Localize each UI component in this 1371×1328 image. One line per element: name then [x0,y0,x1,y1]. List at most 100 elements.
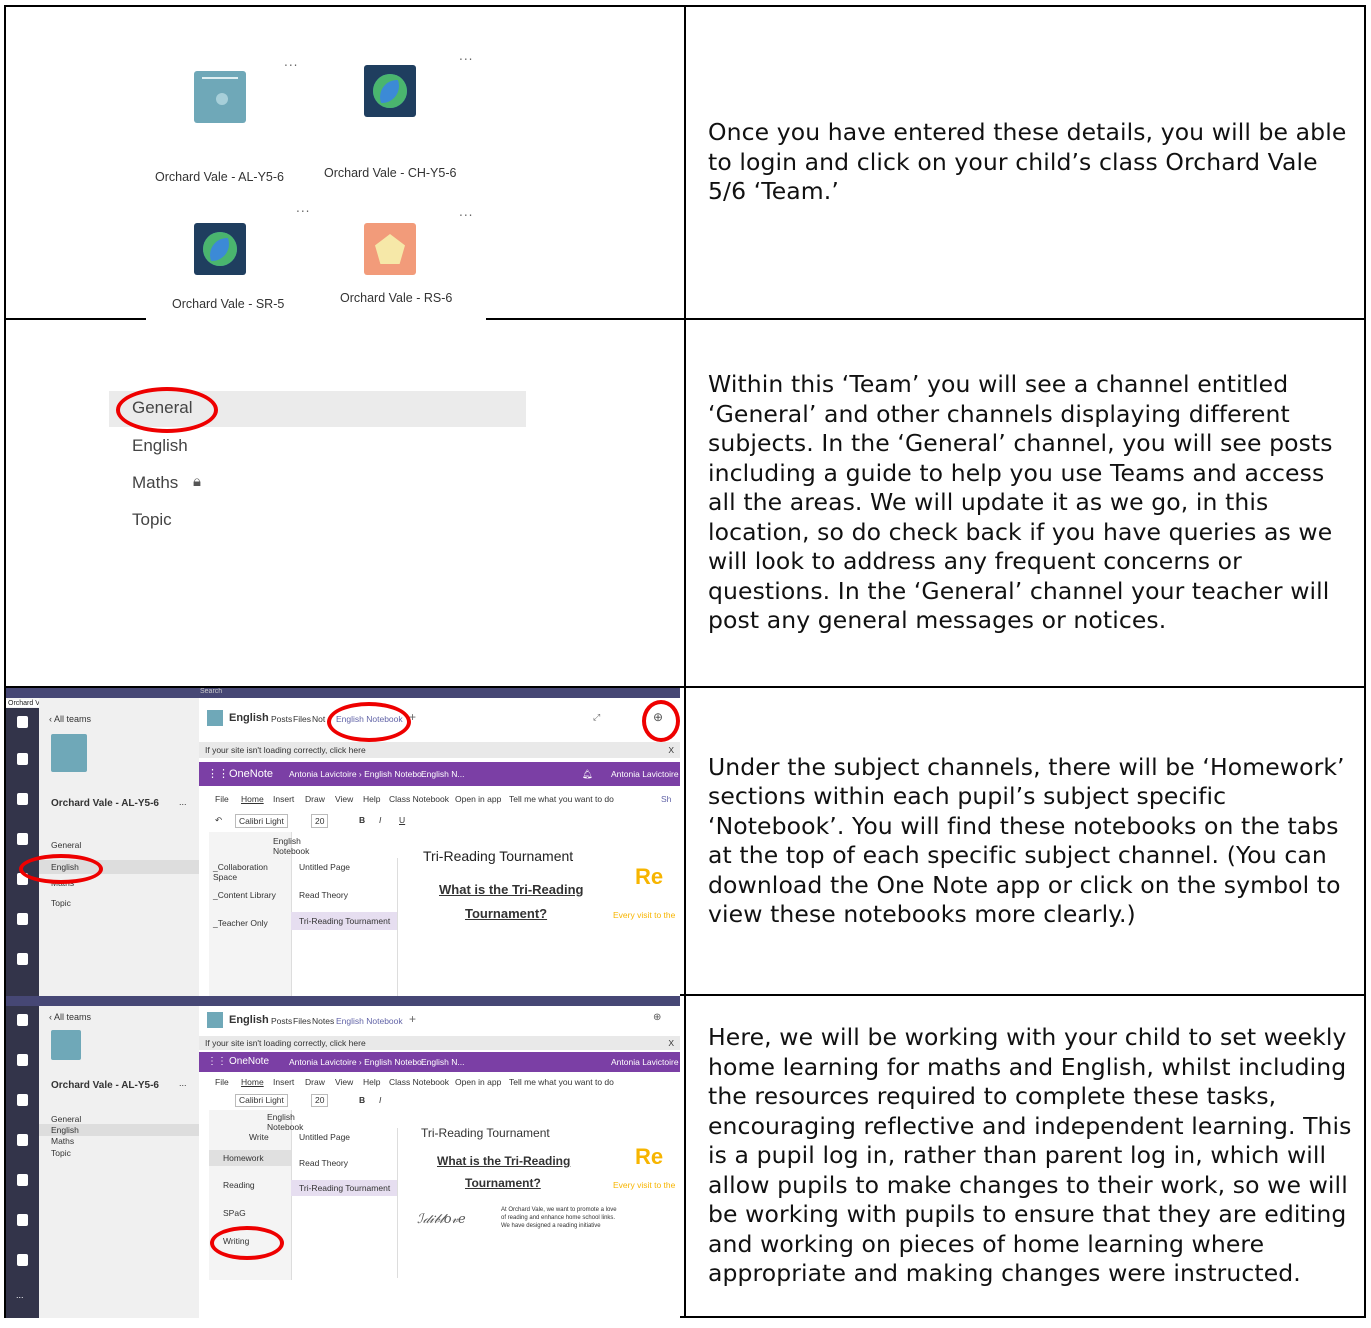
font-select[interactable]: Calibri Light [235,814,288,828]
globe-icon[interactable] [194,223,246,275]
page-item[interactable]: Read Theory [299,1158,348,1168]
more-apps-icon[interactable]: ... [16,1290,24,1300]
bold-icon[interactable]: B [359,811,365,829]
calls-icon[interactable] [17,1214,28,1226]
activity-icon[interactable] [17,716,28,728]
app-launcher-icon[interactable]: ⋮⋮ [207,762,229,786]
menu-insert[interactable]: Insert [273,790,294,808]
channel-topic[interactable]: Topic [51,1148,71,1158]
activity-icon[interactable] [17,1014,28,1026]
channel-maths[interactable]: Maths [51,1136,74,1146]
tab-notes[interactable]: Not [312,714,325,724]
menu-draw[interactable]: Draw [305,1074,325,1090]
files-icon[interactable] [17,1254,28,1266]
section-item[interactable]: Write [249,1132,269,1142]
tell-me-input[interactable]: Tell me what you want to do [509,1074,614,1090]
tab-posts[interactable]: Posts [271,1016,292,1026]
channel-english[interactable]: English [132,436,188,456]
teams-icon[interactable] [17,1094,28,1106]
page-item[interactable]: Untitled Page [299,862,350,872]
more-options-icon[interactable]: ... [296,201,310,215]
page-item[interactable]: Read Theory [299,890,348,900]
menu-open-in-app[interactable]: Open in app [455,1074,501,1090]
search-input[interactable]: Search [200,688,222,695]
notice-bar[interactable]: If your site isn't loading correctly, cl… [199,1036,680,1050]
user-name[interactable]: Antonia Lavictoire [611,1052,679,1072]
channel-topic[interactable]: Topic [51,898,71,908]
undo-icon[interactable]: ↶ [215,811,222,829]
team-name[interactable]: Orchard Vale - RS-6 [340,291,452,305]
more-options-icon[interactable]: ... [284,55,298,69]
calendar-icon[interactable] [17,1174,28,1186]
italic-icon[interactable]: I [379,1092,381,1108]
breadcrumb-2[interactable]: English N... [421,762,464,786]
teams-icon[interactable] [17,793,28,805]
tab-notes[interactable]: Notes [312,1016,334,1026]
chat-icon[interactable] [17,1054,28,1066]
menu-help[interactable]: Help [363,790,380,808]
bell-icon[interactable]: 🔔︎ [582,762,593,786]
menu-view[interactable]: View [335,1074,353,1090]
assignments-icon[interactable] [17,1134,28,1146]
menu-open-in-app[interactable]: Open in app [455,790,501,808]
font-size-select[interactable]: 20 [311,814,329,828]
font-select[interactable]: Calibri Light [235,1094,288,1107]
polygon-icon[interactable] [364,223,416,275]
team-name[interactable]: Orchard Vale - SR-5 [172,297,284,311]
tab-files[interactable]: Files [293,1016,311,1026]
menu-draw[interactable]: Draw [305,790,325,808]
section-item[interactable]: _Teacher Only [213,918,268,928]
calls-icon[interactable] [17,913,28,925]
add-tab-icon[interactable]: + [409,1012,416,1026]
files-icon[interactable] [17,953,28,965]
breadcrumb-2[interactable]: English N... [421,1052,464,1072]
menu-file[interactable]: File [215,1074,229,1090]
all-teams-link[interactable]: ‹ All teams [49,1012,91,1022]
font-size-select[interactable]: 20 [311,1094,329,1107]
channel-general[interactable]: General [51,840,81,850]
channel-english[interactable]: English [51,1125,79,1135]
share-button[interactable]: Sh [661,790,671,808]
breadcrumb[interactable]: Antonia Lavictoire › English Notebo... [289,762,429,786]
expand-icon[interactable]: ⤢ [593,712,600,723]
underline-icon[interactable]: U [399,811,405,829]
globe-icon[interactable]: ⊕ [653,1012,661,1023]
menu-file[interactable]: File [215,790,229,808]
page-canvas[interactable]: Tri-Reading Tournament What is the Tri-R… [403,844,680,996]
section-item[interactable]: SPaG [223,1208,246,1218]
tab-english-notebook[interactable]: English Notebook [336,1016,403,1026]
menu-class-notebook[interactable]: Class Notebook [389,790,449,808]
user-name[interactable]: Antonia Lavictoire [611,762,679,786]
more-options-icon[interactable]: ... [459,49,473,63]
italic-icon[interactable]: I [379,811,381,829]
channel-topic[interactable]: Topic [132,510,172,530]
team-name[interactable]: Orchard Vale - AL-Y5-6 [155,170,284,184]
more-options-icon[interactable]: ... [179,1078,187,1088]
menu-help[interactable]: Help [363,1074,380,1090]
chat-icon[interactable] [17,753,28,765]
section-item[interactable]: _Content Library [213,890,276,900]
page-item[interactable]: Tri-Reading Tournament [299,1183,390,1193]
section-homework[interactable]: Homework [223,1153,264,1163]
channel-maths[interactable]: Maths [132,473,178,493]
more-options-icon[interactable]: ... [179,797,187,807]
section-item[interactable]: Reading [223,1180,255,1190]
menu-insert[interactable]: Insert [273,1074,294,1090]
menu-home[interactable]: Home [241,790,264,808]
tab-posts[interactable]: Posts [271,714,292,724]
page-item[interactable]: Tri-Reading Tournament [299,916,390,926]
more-options-icon[interactable]: ... [459,205,473,219]
menu-home[interactable]: Home [241,1074,264,1090]
breadcrumb[interactable]: Antonia Lavictoire › English Notebo... [289,1052,429,1072]
notice-bar[interactable]: If your site isn't loading correctly, cl… [199,742,680,758]
channel-general[interactable]: General [51,1114,81,1124]
team-name[interactable]: Orchard Vale - CH-Y5-6 [324,166,456,180]
page-canvas[interactable]: Tri-Reading Tournament What is the Tri-R… [403,1124,680,1314]
tab-files[interactable]: Files [293,714,311,724]
menu-view[interactable]: View [335,790,353,808]
all-teams-link[interactable]: ‹ All teams [49,714,91,724]
page-item[interactable]: Untitled Page [299,1132,350,1142]
menu-class-notebook[interactable]: Class Notebook [389,1074,449,1090]
globe-icon[interactable] [364,65,416,117]
app-launcher-icon[interactable]: ⋮⋮ [207,1052,227,1072]
